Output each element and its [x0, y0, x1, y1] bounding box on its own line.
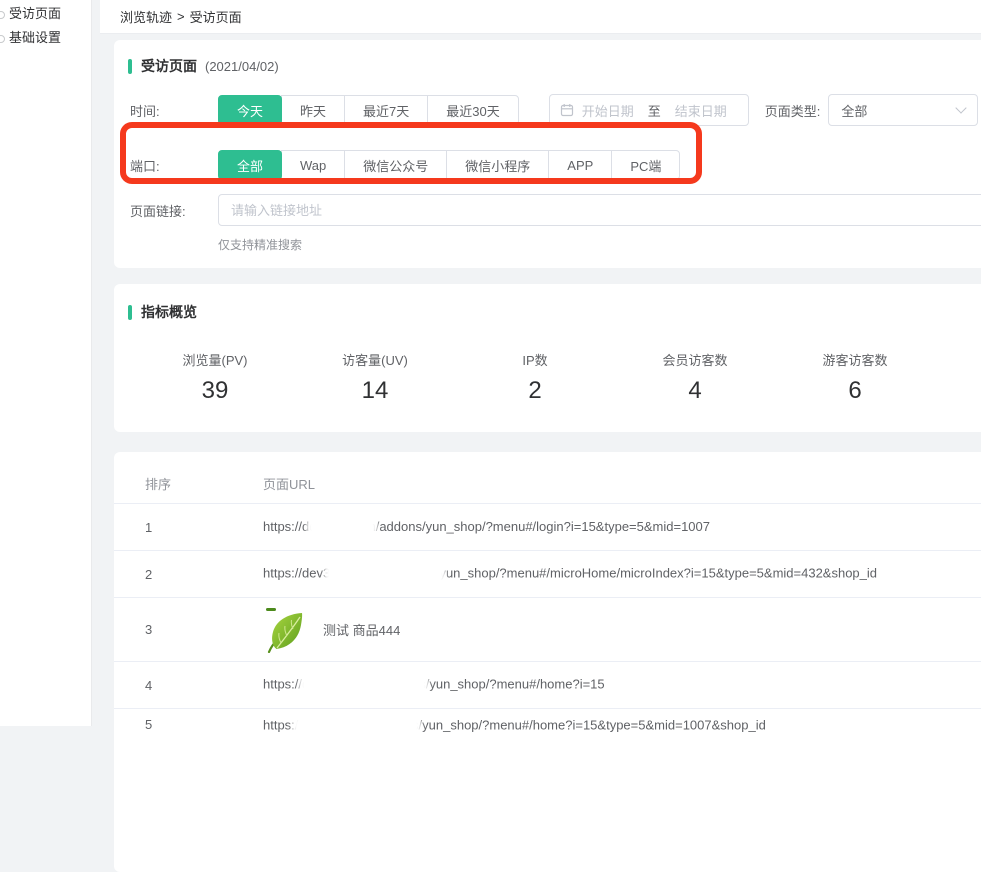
page-url-text: n/addons/yun_shop/?menu#/login?i=15&type…: [368, 519, 710, 534]
metric-label: 会员访客数: [615, 350, 775, 369]
time-filter-option-1[interactable]: 昨天: [281, 95, 345, 125]
breadcrumb-separator: >: [177, 9, 185, 24]
table-row: 4https://d s/yun_shop/?menu#/home?i=15: [114, 662, 981, 709]
sidebar-item-basic-settings[interactable]: 基础设置: [0, 26, 91, 50]
metric-value: 6: [775, 377, 935, 405]
metric-value: 14: [295, 377, 455, 405]
metric-value: 39: [135, 377, 295, 405]
section-title-visited-pages: 受访页面 (2021/04/02): [114, 56, 981, 76]
table-body: 1https://de n/addons/yun_shop/?menu#/logi…: [114, 504, 981, 756]
metric-value: 2: [455, 377, 615, 405]
filters-panel: 受访页面 (2021/04/02) 时间: 今天昨天最近7天最近30天 开始日期…: [114, 40, 981, 268]
port-filter-option-5[interactable]: PC端: [611, 150, 680, 180]
metric-card-0: 浏览量(PV) 39: [135, 350, 295, 405]
page-type-selected-value: 全部: [841, 101, 867, 120]
blur-patch: [329, 562, 441, 586]
time-filter-option-0[interactable]: 今天: [218, 95, 282, 125]
metric-card-3: 会员访客数 4: [615, 350, 775, 405]
breadcrumb-current-page: 受访页面: [190, 7, 242, 26]
port-filter-group: 全部Wap微信公众号微信小程序APPPC端: [218, 150, 680, 180]
metrics-row: 浏览量(PV) 39访客量(UV) 14IP数 2会员访客数 4游客访客数 6: [114, 350, 981, 405]
metric-card-1: 访客量(UV) 14: [295, 350, 455, 405]
time-filter-option-3[interactable]: 最近30天: [427, 95, 518, 125]
time-filter-group: 今天昨天最近7天最近30天: [218, 95, 519, 125]
page-url-cell: https://de n/addons/yun_shop/?menu#/login…: [263, 519, 981, 536]
metric-card-2: IP数 2: [455, 350, 615, 405]
main-area: 浏览轨迹 > 受访页面 受访页面 (2021/04/02) 时间: 今天昨天最近…: [100, 0, 981, 726]
page-link-hint: 仅支持精准搜索: [218, 236, 981, 253]
page-url-text: https://de: [263, 519, 316, 534]
pages-table-panel: 排序 页面URL 1https://de n/addons/yun_shop/?m…: [114, 452, 981, 872]
time-filter-label: 时间:: [130, 101, 218, 120]
sidebar: 受访页面 基础设置: [0, 0, 92, 726]
page-url-text: s/yun_shop/?menu#/home?i=15: [419, 676, 604, 691]
breadcrumb-link-browse-track[interactable]: 浏览轨迹: [120, 7, 172, 26]
content-area: 受访页面 (2021/04/02) 时间: 今天昨天最近7天最近30天 开始日期…: [100, 34, 981, 872]
table-row: 3 测试 商品444: [114, 598, 981, 662]
page-link-row: 页面链接:: [114, 194, 981, 226]
page-url-text: /yun_shop/?menu#/microHome/microIndex?i=…: [436, 565, 877, 580]
port-filter-option-1[interactable]: Wap: [281, 150, 345, 180]
page-url-cell: https://dev3. /yun_shop/?menu#/microHome/…: [263, 562, 981, 586]
table-row: 5https://s/yun_shop/?menu#/home?i=15&typ…: [114, 709, 981, 756]
metric-label: 浏览量(PV): [135, 350, 295, 369]
rank-cell: 3: [114, 622, 263, 637]
section-accent-bar: [128, 59, 132, 74]
time-filter-row: 时间: 今天昨天最近7天最近30天 开始日期 至 结束日期 页面类型: 全部: [114, 94, 981, 126]
table-row: 1https://de n/addons/yun_shop/?menu#/logi…: [114, 504, 981, 551]
page-link-input[interactable]: [218, 194, 981, 226]
table-row: 2https://dev3. /yun_shop/?menu#/microHome…: [114, 551, 981, 598]
port-filter-option-3[interactable]: 微信小程序: [446, 150, 549, 180]
page-url-text: s/yun_shop/?menu#/home?i=15&type=5&mid=1…: [412, 717, 766, 732]
page-url-text: https://dev3.: [263, 565, 334, 580]
calendar-icon: [560, 103, 574, 117]
page-type-select[interactable]: 全部: [828, 94, 978, 126]
page-type-label: 页面类型:: [765, 101, 821, 120]
date-range-to-label: 至: [648, 101, 661, 120]
metric-label: IP数: [455, 350, 615, 369]
blur-patch: [297, 717, 417, 735]
metrics-panel: 指标概览 浏览量(PV) 39访客量(UV) 14IP数 2会员访客数 4游客访客数 6: [114, 284, 981, 432]
rank-cell: 1: [114, 520, 263, 535]
section-date: (2021/04/02): [205, 59, 279, 74]
metric-label: 游客访客数: [775, 350, 935, 369]
section-name: 指标概览: [141, 302, 197, 322]
page-url-cell: 测试 商品444: [263, 607, 981, 653]
rank-cell: 4: [114, 678, 263, 693]
port-filter-option-2[interactable]: 微信公众号: [344, 150, 447, 180]
page-url-text: https://d: [263, 676, 309, 691]
section-accent-bar: [128, 305, 132, 320]
port-filter-option-0[interactable]: 全部: [218, 150, 282, 180]
end-date-placeholder: 结束日期: [675, 101, 727, 120]
date-range-input[interactable]: 开始日期 至 结束日期: [549, 94, 749, 126]
rank-cell: 2: [114, 567, 263, 582]
blur-patch: [311, 519, 373, 535]
metric-card-4: 游客访客数 6: [775, 350, 935, 405]
breadcrumb: 浏览轨迹 > 受访页面: [100, 0, 981, 34]
product-thumbnail-leaf-image: [263, 607, 309, 653]
chevron-down-icon: [956, 102, 967, 113]
section-name: 受访页面: [141, 56, 197, 76]
rank-cell: 5: [114, 717, 263, 732]
column-header-page-url: 页面URL: [263, 474, 981, 493]
product-name: 测试 商品444: [323, 620, 400, 639]
section-title-metrics: 指标概览: [114, 302, 981, 322]
port-filter-option-4[interactable]: APP: [548, 150, 612, 180]
page-url-cell: https://s/yun_shop/?menu#/home?i=15&type…: [263, 717, 981, 735]
start-date-placeholder: 开始日期: [582, 101, 634, 120]
page-url-cell: https://d s/yun_shop/?menu#/home?i=15: [263, 674, 981, 696]
metric-label: 访客量(UV): [295, 350, 455, 369]
table-header: 排序 页面URL: [114, 464, 981, 504]
time-filter-option-2[interactable]: 最近7天: [344, 95, 428, 125]
page-link-label: 页面链接:: [130, 201, 218, 220]
port-filter-label: 端口:: [130, 156, 218, 175]
column-header-rank: 排序: [114, 474, 263, 493]
port-filter-row: 端口: 全部Wap微信公众号微信小程序APPPC端: [114, 150, 981, 180]
metric-value: 4: [615, 377, 775, 405]
blur-patch: [304, 674, 424, 696]
sidebar-item-visited-pages[interactable]: 受访页面: [0, 2, 91, 26]
